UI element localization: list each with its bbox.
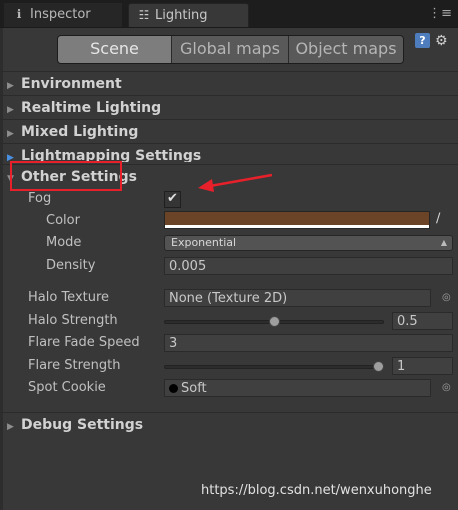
foldout-realtime-lighting[interactable]: ▶ Realtime Lighting [0, 95, 458, 119]
sliders-icon: ☷ [138, 8, 150, 22]
halo-texture-label: Halo Texture [28, 290, 110, 305]
object-picker-icon[interactable]: ◎ [442, 382, 451, 393]
tab-inspector-label: Inspector [30, 7, 91, 22]
help-icon[interactable]: ? [415, 33, 430, 48]
foldout-debug-settings-label: Debug Settings [21, 417, 144, 433]
flare-strength-field[interactable]: 1 [392, 357, 453, 375]
tab-bar: ℹ Inspector ☷ Lighting ⋮≡ [0, 0, 458, 28]
fog-color-alpha-bar [165, 225, 429, 228]
fog-label: Fog [28, 191, 52, 206]
global-maps-tab-button[interactable]: Global maps [172, 36, 289, 63]
texture-icon [169, 384, 178, 393]
fog-color-field[interactable] [164, 211, 430, 229]
foldout-lightmapping-settings[interactable]: ▶ Lightmapping Settings [0, 143, 458, 162]
tab-lighting[interactable]: ☷ Lighting [128, 3, 249, 27]
tab-menu-icon[interactable]: ⋮≡ [428, 6, 452, 21]
flare-fade-speed-label: Flare Fade Speed [28, 335, 140, 350]
info-icon: ℹ [16, 7, 22, 21]
watermark-text: https://blog.csdn.net/wenxuhonghe [201, 483, 432, 498]
annotation-arrow-icon [198, 173, 273, 192]
highlight-box [10, 161, 122, 191]
fog-mode-dropdown[interactable]: Exponential ▲ [164, 235, 453, 251]
fog-mode-value: Exponential [171, 236, 237, 249]
lighting-scope-toolbar: Scene Global maps Object maps [57, 35, 404, 64]
spot-cookie-field[interactable]: Soft [164, 379, 431, 397]
object-picker-icon[interactable]: ◎ [442, 292, 451, 303]
fog-density-field[interactable]: 0.005 [164, 257, 453, 275]
halo-strength-label: Halo Strength [28, 313, 118, 328]
foldout-mixed-lighting-label: Mixed Lighting [21, 124, 139, 140]
collapsed-arrow-icon: ▶ [7, 422, 14, 432]
fog-color-label: Color [46, 213, 80, 228]
eyedropper-icon[interactable]: ∕ [436, 211, 440, 226]
halo-texture-field[interactable]: None (Texture 2D) [164, 289, 431, 307]
foldout-lightmapping-settings-label: Lightmapping Settings [21, 148, 202, 162]
dropdown-arrows-icon: ▲ [440, 238, 447, 247]
flare-fade-speed-field[interactable]: 3 [164, 334, 453, 352]
object-maps-tab-button[interactable]: Object maps [289, 36, 403, 63]
fog-density-label: Density [46, 258, 96, 273]
foldout-realtime-lighting-label: Realtime Lighting [21, 100, 162, 116]
spot-cookie-label: Spot Cookie [28, 380, 106, 395]
halo-strength-field[interactable]: 0.5 [392, 312, 453, 330]
tab-lighting-label: Lighting [155, 8, 208, 23]
foldout-environment-label: Environment [21, 76, 122, 92]
flare-strength-slider[interactable] [164, 365, 384, 369]
fog-mode-label: Mode [46, 235, 82, 250]
collapsed-arrow-icon: ▶ [7, 153, 14, 162]
scene-tab-button[interactable]: Scene [58, 36, 172, 63]
foldout-debug-settings[interactable]: ▶ Debug Settings [0, 412, 458, 436]
fog-checkbox[interactable]: ✔ [164, 191, 181, 208]
gear-icon[interactable]: ⚙ [435, 33, 448, 49]
halo-strength-slider-thumb[interactable] [268, 316, 280, 327]
spot-cookie-value: Soft [181, 381, 207, 396]
tab-inspector[interactable]: ℹ Inspector [4, 3, 122, 27]
flare-strength-label: Flare Strength [28, 358, 121, 373]
foldout-mixed-lighting[interactable]: ▶ Mixed Lighting [0, 119, 458, 143]
fog-color-swatch [165, 212, 429, 225]
foldout-environment[interactable]: ▶ Environment [0, 71, 458, 95]
flare-strength-slider-thumb[interactable] [373, 361, 384, 372]
